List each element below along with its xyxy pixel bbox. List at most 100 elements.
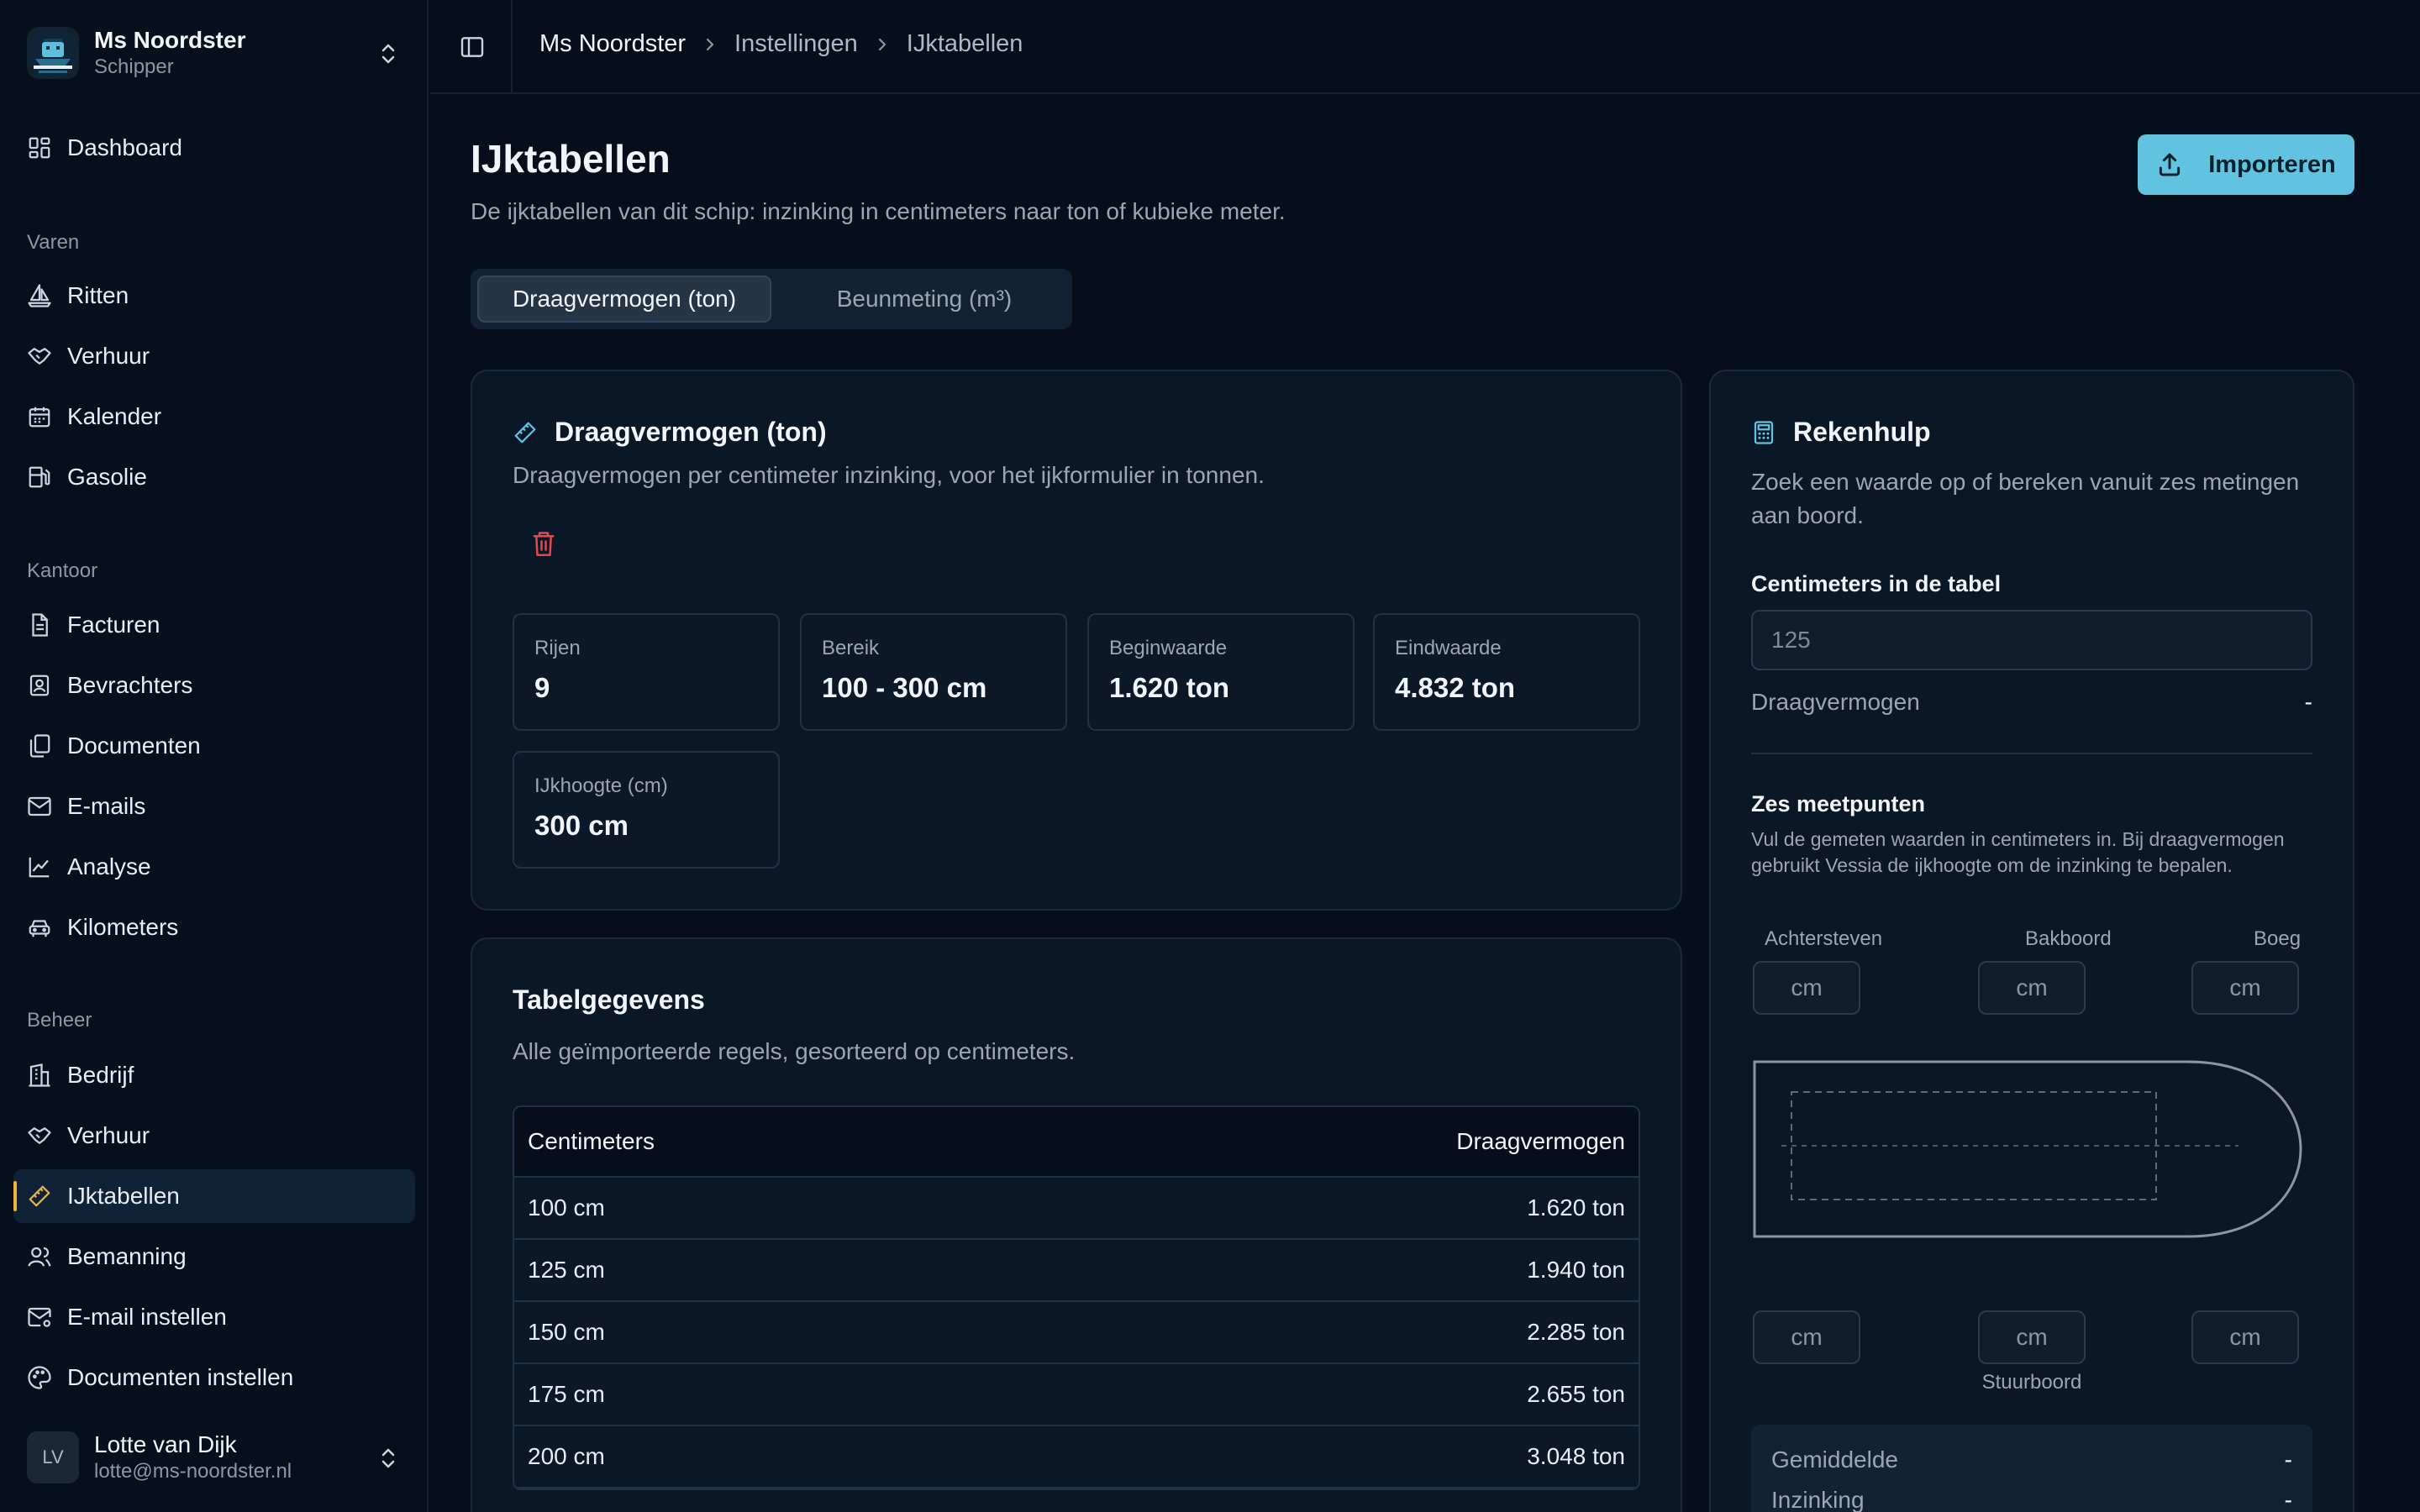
- sidebar-item-label: Verhuur: [67, 343, 150, 369]
- table-cell: 125 cm: [528, 1257, 605, 1283]
- user-name: Lotte van Dijk: [94, 1431, 237, 1457]
- ship-switcher[interactable]: Ms Noordster Schipper: [27, 24, 405, 82]
- avg-label: Gemiddelde: [1771, 1446, 1898, 1473]
- breadcrumb: Ms Noordster Instellingen IJktabellen: [539, 30, 1023, 58]
- fuel-icon: [29, 466, 50, 488]
- breadcrumb-ship[interactable]: Ms Noordster: [539, 30, 686, 58]
- sidebar-item-bedrijf[interactable]: Bedrijf: [13, 1048, 415, 1102]
- stat-ijkhoogte: IJkhoogte (cm) 300 cm: [513, 751, 780, 869]
- sidebar-item-label: Bemanning: [67, 1243, 187, 1269]
- six-points-title: Zes meetpunten: [1751, 791, 1926, 816]
- stat-beginwaarde: Beginwaarde 1.620 ton: [1087, 613, 1355, 731]
- hull-diagram: [1753, 1060, 2302, 1238]
- table-cell: 1.940 ton: [1527, 1257, 1625, 1283]
- user-menu[interactable]: LV Lotte van Dijk lotte@ms-noordster.nl: [27, 1428, 405, 1487]
- divider: [511, 0, 513, 94]
- sidebar-item-gasolie[interactable]: Gasolie: [13, 450, 415, 504]
- sidebar-item-label: Kilometers: [67, 914, 179, 940]
- lookup-label: Centimeters in de tabel: [1751, 571, 2002, 596]
- chevron-right-icon: [878, 38, 886, 50]
- sidebar-item-emails[interactable]: E-mails: [13, 780, 415, 833]
- breadcrumb-instellingen[interactable]: Instellingen: [734, 30, 858, 58]
- calculator-card: Rekenhulp Zoek een waarde op of bereken …: [1709, 370, 2354, 1512]
- sidebar-item-kilometers[interactable]: Kilometers: [13, 900, 415, 954]
- table-cell: 2.285 ton: [1527, 1319, 1625, 1345]
- result-value: -: [2304, 689, 2312, 715]
- label-achtersteven: Achtersteven: [1765, 927, 1883, 950]
- stat-label: Bereik: [822, 637, 880, 659]
- calculator-description: Zoek een waarde op of bereken vanuit zes…: [1751, 469, 2300, 528]
- chevron-updown-icon: [381, 1448, 395, 1468]
- contact-icon: [29, 675, 50, 696]
- sidebar-item-label: Bedrijf: [67, 1062, 134, 1088]
- section-title-varen: Varen: [27, 231, 80, 254]
- sidebar-item-ritten[interactable]: Ritten: [13, 269, 415, 323]
- column-header[interactable]: Centimeters: [528, 1128, 655, 1155]
- trash-icon[interactable]: [531, 529, 556, 558]
- summary-card: Draagvermogen (ton) Draagvermogen per ce…: [471, 370, 1682, 911]
- table-cell: 175 cm: [528, 1381, 605, 1407]
- stat-bereik: Bereik 100 - 300 cm: [800, 613, 1067, 731]
- stat-value: 9: [534, 672, 550, 703]
- sidebar-item-bevrachters[interactable]: Bevrachters: [13, 659, 415, 712]
- import-button[interactable]: Importeren: [2138, 134, 2354, 195]
- sidebar-item-bemanning[interactable]: Bemanning: [13, 1230, 415, 1284]
- table-row: 175 cm 2.655 ton: [514, 1364, 1639, 1426]
- car-icon: [29, 920, 50, 937]
- sidebar-item-analyse[interactable]: Analyse: [13, 840, 415, 894]
- sidebar-item-dashboard[interactable]: Dashboard: [13, 121, 415, 175]
- calculator-title: Rekenhulp: [1793, 417, 1931, 447]
- table-cell: 1.620 ton: [1527, 1194, 1625, 1221]
- lookup-input[interactable]: [1751, 610, 2312, 670]
- sailboat-icon: [28, 284, 51, 307]
- sidebar-item-ijktabellen[interactable]: IJktabellen: [13, 1169, 415, 1223]
- stuurboord-boeg-input[interactable]: [2191, 1310, 2299, 1364]
- ruler-icon: [29, 1185, 50, 1207]
- sink-value: -: [2284, 1487, 2292, 1512]
- table-row: 100 cm 1.620 ton: [514, 1178, 1639, 1240]
- documents-icon: [29, 734, 50, 758]
- user-email: lotte@ms-noordster.nl: [94, 1460, 292, 1483]
- ruler-icon: [514, 422, 536, 443]
- column-header[interactable]: Draagvermogen: [1456, 1128, 1625, 1155]
- sidebar-item-email-instellen[interactable]: E-mail instellen: [13, 1290, 415, 1344]
- chart-line-icon: [29, 857, 50, 878]
- bakboord-input[interactable]: [1978, 961, 2086, 1015]
- dashboard-icon: [29, 137, 50, 159]
- sidebar-item-verhuur-beheer[interactable]: Verhuur: [13, 1109, 415, 1163]
- stuurboord-input[interactable]: [1978, 1310, 2086, 1364]
- sidebar-item-documenten-instellen[interactable]: Documenten instellen: [13, 1351, 415, 1404]
- table-row: 125 cm 1.940 ton: [514, 1240, 1639, 1302]
- stat-label: Eindwaarde: [1395, 637, 1502, 659]
- sidebar-item-label: Documenten: [67, 732, 201, 759]
- sidebar-item-kalender[interactable]: Kalender: [13, 390, 415, 444]
- result-label: Draagvermogen: [1751, 689, 1920, 715]
- stat-eindwaarde: Eindwaarde 4.832 ton: [1373, 613, 1640, 731]
- sidebar-item-verhuur[interactable]: Verhuur: [13, 329, 415, 383]
- tab-beunmeting[interactable]: Beunmeting (m³): [781, 276, 1067, 323]
- label-boeg: Boeg: [2254, 927, 2302, 950]
- achtersteven-input[interactable]: [1753, 961, 1860, 1015]
- stat-rijen: Rijen 9: [513, 613, 780, 731]
- breadcrumb-current: IJktabellen: [906, 30, 1023, 57]
- calculator-title-wrap: Rekenhulp: [1751, 417, 1931, 448]
- summary-description: Draagvermogen per centimeter inzinking, …: [513, 462, 1265, 488]
- stat-value: 1.620 ton: [1109, 672, 1230, 703]
- sidebar-item-label: Analyse: [67, 853, 151, 879]
- page-subtitle: De ijktabellen van dit schip: inzinking …: [471, 198, 1286, 224]
- boeg-input[interactable]: [2191, 961, 2299, 1015]
- sidebar-item-label: Kalender: [67, 403, 162, 429]
- upload-icon: [2160, 153, 2181, 176]
- ship-role: Schipper: [94, 55, 174, 78]
- stuurboord-achter-input[interactable]: [1753, 1310, 1860, 1364]
- stat-label: IJkhoogte (cm): [534, 774, 668, 797]
- table-row: 150 cm 2.285 ton: [514, 1302, 1639, 1364]
- tab-draagvermogen[interactable]: Draagvermogen (ton): [477, 276, 771, 323]
- table-description: Alle geïmporteerde regels, gesorteerd op…: [513, 1038, 1076, 1064]
- sidebar-item-documenten[interactable]: Documenten: [13, 719, 415, 773]
- sidebar-item-facturen[interactable]: Facturen: [13, 598, 415, 652]
- calendar-icon: [29, 407, 50, 428]
- table-cell: 100 cm: [528, 1194, 605, 1221]
- summary-title: Draagvermogen (ton): [555, 417, 827, 447]
- sidebar-toggle-icon[interactable]: [459, 34, 486, 60]
